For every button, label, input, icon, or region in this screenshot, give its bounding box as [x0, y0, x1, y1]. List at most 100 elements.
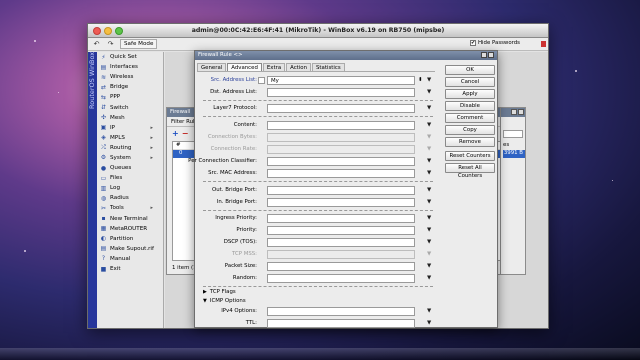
- tcp-flags-section[interactable]: ▶ TCP Flags: [203, 288, 236, 296]
- dropdown-icon: ▼: [427, 134, 432, 140]
- dropdown-icon[interactable]: ▼: [427, 187, 431, 194]
- dropdown-icon[interactable]: ▼: [427, 122, 431, 129]
- ingress-priority-field[interactable]: [267, 214, 415, 223]
- reset-counters-button[interactable]: Reset Counters: [445, 151, 495, 161]
- dropdown-icon[interactable]: ▼: [427, 77, 431, 84]
- tab-action[interactable]: Action: [286, 63, 312, 71]
- tab-advanced[interactable]: Advanced: [227, 63, 262, 71]
- safe-mode-button[interactable]: Safe Mode: [120, 39, 158, 49]
- icmp-options-label: ICMP Options: [209, 298, 246, 304]
- dropdown-icon[interactable]: ▼: [427, 89, 431, 96]
- bridge-icon: ⇄: [100, 83, 107, 91]
- switch-icon: ⇵: [100, 104, 107, 112]
- comment-button[interactable]: Comment: [445, 113, 495, 123]
- close-icon[interactable]: [488, 52, 494, 58]
- priority-label: Priority:: [236, 227, 257, 233]
- cancel-button[interactable]: Cancel: [445, 77, 495, 87]
- undo-icon[interactable]: ↶: [92, 40, 101, 48]
- dropdown-icon[interactable]: ▼: [427, 158, 431, 165]
- tab-extra[interactable]: Extra: [262, 63, 286, 71]
- wallpaper-star: [58, 92, 59, 93]
- sidebar-item-label: System: [110, 154, 131, 161]
- reset-all-counters-button[interactable]: Reset All Counters: [445, 163, 495, 179]
- restore-icon[interactable]: [511, 109, 517, 115]
- dropdown-icon[interactable]: ▼: [427, 227, 431, 234]
- status-indicator-icon: [541, 41, 546, 47]
- dropdown-icon[interactable]: ▼: [427, 308, 431, 315]
- tab-general[interactable]: General: [197, 63, 227, 71]
- dropdown-icon[interactable]: ▼: [427, 215, 431, 222]
- priority-field[interactable]: [267, 226, 415, 235]
- dropdown-icon[interactable]: ▼: [427, 263, 431, 270]
- random-field[interactable]: [267, 274, 415, 283]
- src-mac-address-row: Src. MAC Address: ▼: [197, 169, 435, 178]
- minimize-window-button[interactable]: [104, 27, 112, 35]
- copy-button[interactable]: Copy: [445, 125, 495, 135]
- dropdown-icon[interactable]: ▼: [427, 275, 431, 282]
- ipv4-options-row: IPv4 Options: ▼: [197, 307, 435, 316]
- tcp-flags-label: TCP Flags: [209, 289, 236, 295]
- sidebar-item-quick-set[interactable]: ⚡ Quick Set: [98, 52, 163, 62]
- find-input[interactable]: [503, 130, 523, 138]
- dropdown-icon[interactable]: ▼: [427, 239, 431, 246]
- src-mac-address-field[interactable]: [267, 169, 415, 178]
- window-titlebar[interactable]: admin@00:0C:42:E6:4F:41 (MikroTik) - Win…: [88, 24, 548, 38]
- src-address-list-field[interactable]: My: [267, 76, 415, 85]
- updown-icon[interactable]: ⬍: [418, 76, 423, 84]
- files-icon: ▭: [100, 174, 107, 182]
- hide-passwords-toggle[interactable]: ✔ Hide Passwords: [470, 40, 520, 46]
- content-field[interactable]: [267, 121, 415, 130]
- dropdown-icon[interactable]: ▼: [427, 105, 431, 112]
- brand-label: RouterOS WinBox: [88, 52, 97, 328]
- sidebar-item-label: Manual: [110, 255, 131, 262]
- section-divider: [203, 100, 433, 101]
- wallpaper-star: [575, 70, 577, 72]
- dscp-tos-field[interactable]: [267, 238, 415, 247]
- tab-statistics[interactable]: Statistics: [312, 63, 345, 71]
- zoom-window-button[interactable]: [115, 27, 123, 35]
- random-label: Random:: [232, 275, 257, 281]
- expanded-icon: ▼: [203, 298, 207, 304]
- layer7-protocol-field[interactable]: [267, 104, 415, 113]
- per-connection-classifier-field[interactable]: [267, 157, 415, 166]
- sidebar-item-interfaces[interactable]: ▤ Interfaces: [98, 62, 163, 72]
- ok-button[interactable]: OK: [445, 65, 495, 75]
- restore-icon[interactable]: [481, 52, 487, 58]
- ipv4-options-field[interactable]: [267, 307, 415, 316]
- close-window-button[interactable]: [93, 27, 101, 35]
- dropdown-icon[interactable]: ▼: [427, 320, 431, 327]
- quick-set-icon: ⚡: [101, 53, 106, 61]
- dst-address-list-field[interactable]: [267, 88, 415, 97]
- dropdown-icon[interactable]: ▼: [427, 199, 431, 206]
- tools-icon: ✂: [100, 204, 107, 212]
- out-bridge-port-label: Out. Bridge Port:: [212, 187, 257, 193]
- apply-button[interactable]: Apply: [445, 89, 495, 99]
- remove-button[interactable]: Remove: [445, 137, 495, 147]
- in-bridge-port-field[interactable]: [267, 198, 415, 207]
- ttl-field[interactable]: [267, 319, 415, 328]
- icmp-options-section[interactable]: ▼ ICMP Options: [203, 297, 246, 305]
- dock-bar: [0, 348, 640, 360]
- sidebar-item-label: Exit: [110, 266, 121, 273]
- mpls-icon: ◈: [101, 134, 106, 142]
- disable-button[interactable]: Disable: [445, 101, 495, 111]
- sidebar-item-label: Quick Set: [110, 54, 137, 61]
- dialog-titlebar[interactable]: Firewall Rule <>: [195, 51, 497, 60]
- sidebar-item-label: IP: [110, 124, 116, 131]
- close-icon[interactable]: [518, 109, 524, 115]
- sidebar-item-label: MPLS: [110, 134, 125, 141]
- column-header-bytes[interactable]: es: [503, 142, 509, 148]
- wallpaper-star: [24, 250, 26, 252]
- wireless-icon: ≋: [100, 73, 107, 81]
- tcp-mss-row: TCP MSS: ▼: [197, 250, 435, 259]
- dropdown-icon[interactable]: ▼: [427, 170, 431, 177]
- redo-icon[interactable]: ↷: [106, 40, 115, 48]
- hide-passwords-checkbox[interactable]: ✔: [470, 40, 476, 46]
- packet-size-field[interactable]: [267, 262, 415, 271]
- sidebar-item-label: Tools: [110, 205, 124, 212]
- system-icon: ⚙: [100, 154, 107, 162]
- src-mac-address-label: Src. MAC Address:: [208, 170, 257, 176]
- src-address-list-not-checkbox[interactable]: [258, 77, 265, 84]
- out-bridge-port-field[interactable]: [267, 186, 415, 195]
- dst-address-list-row: Dst. Address List: ▼: [197, 88, 435, 97]
